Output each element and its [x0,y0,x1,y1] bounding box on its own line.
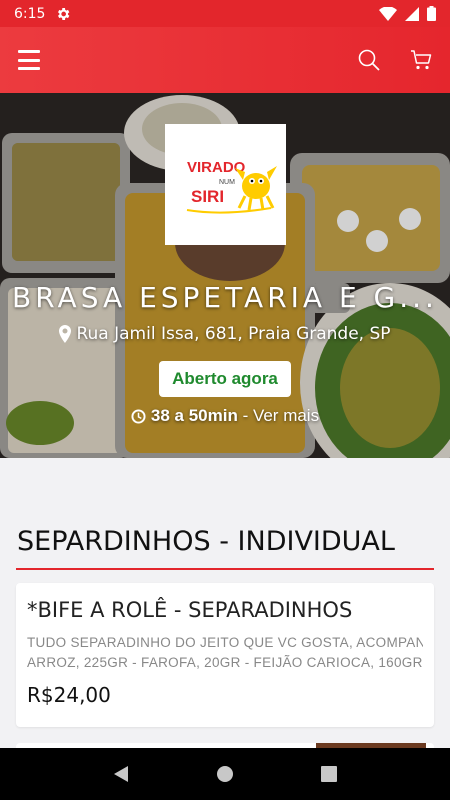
svg-text:SIRI: SIRI [191,187,224,206]
store-name: BRASA ESPETARIA E G... [12,281,438,314]
section-divider [16,568,434,570]
store-address: Rua Jamil Issa, 681, Praia Grande, SP [0,324,450,344]
store-header: VIRADO NUM SIRI BRASA ESPETARIA E G... R… [0,93,450,458]
open-status-badge: Aberto agora [159,361,291,397]
wifi-icon [379,6,397,21]
app-bar [0,27,450,93]
svg-text:VIRADO: VIRADO [187,159,246,176]
delivery-info[interactable]: 38 a 50min - Ver mais [0,406,450,426]
delivery-time: 38 a 50min [150,406,238,425]
store-logo: VIRADO NUM SIRI [165,124,286,245]
recents-icon[interactable] [320,766,337,782]
status-time: 6:15 [14,5,46,22]
see-more-link[interactable]: - Ver mais [238,406,320,425]
search-icon[interactable] [358,49,380,71]
address-text: Rua Jamil Issa, 681, Praia Grande, SP [76,324,391,344]
battery-icon [427,6,436,21]
cart-icon[interactable] [410,49,432,71]
system-nav-bar [0,748,450,800]
clock-icon [131,408,146,424]
svg-text:NUM: NUM [219,179,235,186]
status-bar: 6:15 [0,0,450,27]
product-card[interactable]: *BIFE A ROLÊ - SEPARADINHOS TUDO SEPARAD… [16,583,434,727]
map-pin-icon [59,325,72,343]
gear-icon [58,7,70,20]
signal-icon [405,6,419,21]
product-price: R$24,00 [27,683,111,707]
menu-content: SEPARDINHOS - INDIVIDUAL *BIFE A ROLÊ - … [0,458,450,748]
back-icon[interactable] [113,765,129,783]
menu-icon[interactable] [18,50,40,70]
home-icon[interactable] [216,765,234,783]
product-description: TUDO SEPARADINHO DO JEITO QUE VC GOSTA, … [27,635,423,670]
product-title: *BIFE A ROLÊ - SEPARADINHOS [27,598,353,622]
section-title: SEPARDINHOS - INDIVIDUAL [17,526,395,557]
crab-logo-icon: VIRADO NUM SIRI [186,159,277,214]
